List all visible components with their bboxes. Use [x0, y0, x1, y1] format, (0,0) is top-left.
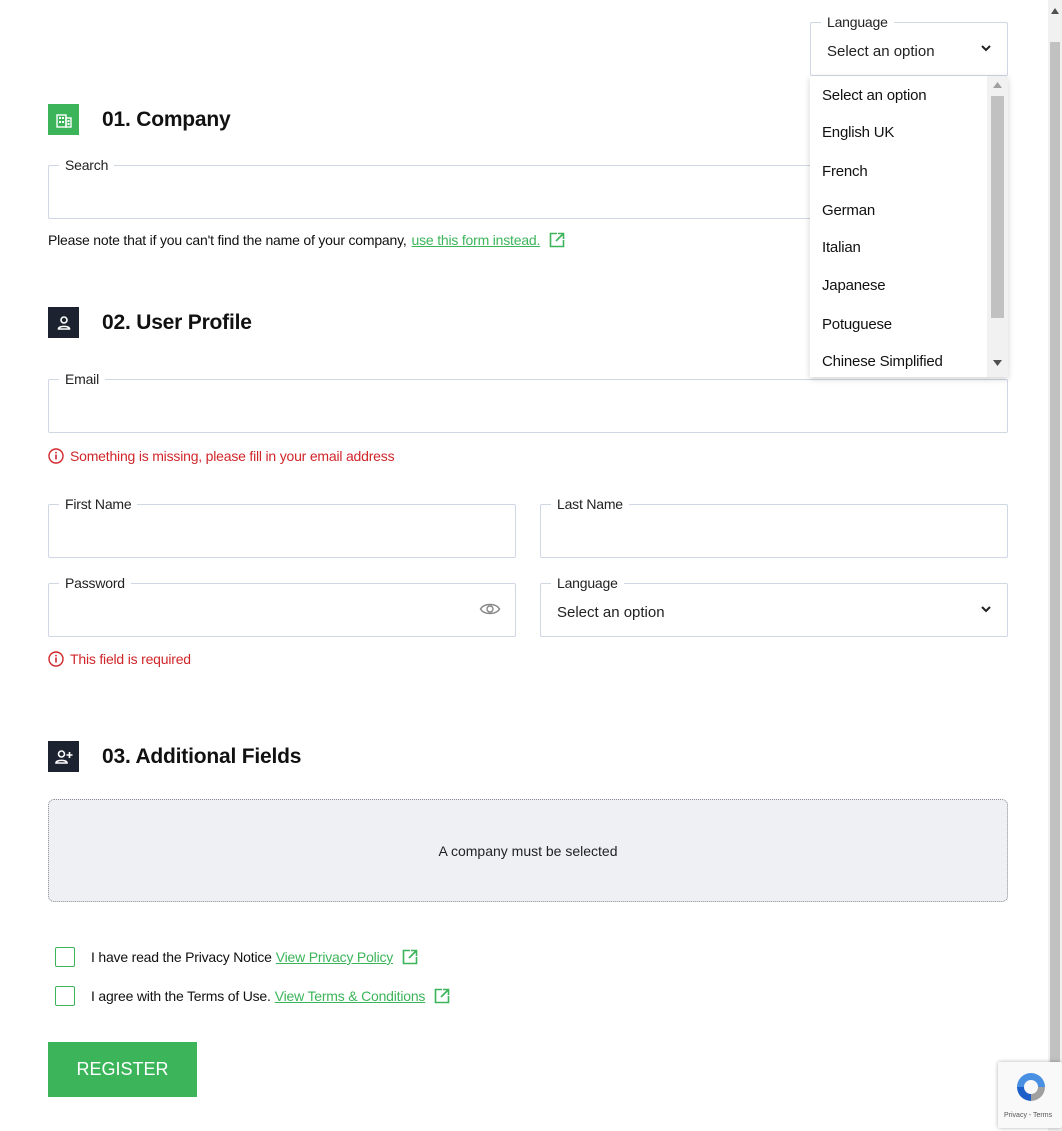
dropdown-option[interactable]: Italian: [822, 239, 861, 256]
privacy-consent-row: I have read the Privacy Notice View Priv…: [55, 947, 418, 967]
recaptcha-badge[interactable]: Privacy - Terms: [998, 1062, 1062, 1128]
chevron-down-icon: [981, 45, 991, 52]
dropdown-option[interactable]: English UK: [822, 124, 894, 141]
recaptcha-icon: [1017, 1073, 1045, 1101]
password-legend: Password: [59, 575, 131, 591]
terms-consent-row: I agree with the Terms of Use. View Term…: [55, 986, 450, 1006]
language-dropdown-list: Select an option English UK French Germa…: [810, 76, 1008, 377]
registration-page: Language Select an option 01. Company Se…: [0, 0, 1048, 1131]
profile-language-value: Select an option: [557, 604, 665, 621]
external-link-icon[interactable]: [402, 949, 418, 965]
terms-text: I agree with the Terms of Use.: [91, 988, 271, 1004]
external-link-icon[interactable]: [549, 232, 565, 248]
first-name-field[interactable]: First Name: [48, 496, 516, 558]
page-scroll-thumb[interactable]: [1050, 42, 1060, 1102]
email-error-text: Something is missing, please fill in you…: [70, 448, 395, 464]
scroll-up-arrow-icon[interactable]: [1051, 8, 1059, 14]
last-name-field[interactable]: Last Name: [540, 496, 1008, 558]
company-section-header: 01. Company: [48, 104, 231, 135]
dropdown-scroll-thumb[interactable]: [991, 96, 1004, 318]
external-link-icon[interactable]: [434, 988, 450, 1004]
dropdown-option[interactable]: Chinese Simplified: [822, 353, 943, 370]
company-note: Please note that if you can't find the n…: [48, 232, 565, 248]
first-name-legend: First Name: [59, 496, 138, 512]
register-button[interactable]: REGISTER: [48, 1042, 197, 1097]
dropdown-option[interactable]: Japanese: [822, 277, 886, 294]
privacy-policy-link[interactable]: View Privacy Policy: [276, 949, 394, 965]
top-language-value: Select an option: [827, 43, 935, 60]
email-legend: Email: [59, 371, 106, 387]
top-language-legend: Language: [821, 14, 894, 30]
dropdown-option[interactable]: Select an option: [822, 87, 927, 104]
scroll-up-arrow-icon[interactable]: [993, 82, 1002, 88]
privacy-checkbox[interactable]: [55, 947, 75, 967]
password-error: This field is required: [48, 651, 191, 667]
company-title: 01. Company: [102, 107, 231, 131]
dropdown-option[interactable]: German: [822, 202, 875, 219]
eye-icon[interactable]: [479, 600, 501, 618]
terms-link[interactable]: View Terms & Conditions: [275, 988, 426, 1004]
error-icon: [48, 448, 64, 464]
dropdown-option[interactable]: Potuguese: [822, 316, 892, 333]
dropdown-scrollbar[interactable]: [987, 76, 1008, 377]
building-icon: [48, 104, 79, 135]
additional-placeholder-text: A company must be selected: [438, 842, 618, 859]
company-note-text: Please note that if you can't find the n…: [48, 232, 407, 248]
scroll-down-arrow-icon[interactable]: [993, 360, 1002, 366]
recaptcha-text[interactable]: Privacy - Terms: [1004, 1112, 1052, 1119]
password-field[interactable]: Password: [48, 575, 516, 637]
email-field[interactable]: Email: [48, 371, 1008, 433]
terms-checkbox[interactable]: [55, 986, 75, 1006]
user-icon: [48, 307, 79, 338]
top-language-select[interactable]: Language Select an option: [810, 14, 1008, 76]
company-form-link[interactable]: use this form instead.: [412, 232, 541, 248]
profile-language-legend: Language: [551, 575, 624, 591]
chevron-down-icon: [981, 606, 991, 613]
user-profile-section-header: 02. User Profile: [48, 307, 252, 338]
additional-section-header: 03. Additional Fields: [48, 741, 301, 772]
additional-title: 03. Additional Fields: [102, 744, 302, 768]
additional-fields-placeholder: A company must be selected: [48, 799, 1008, 902]
page-scrollbar[interactable]: [1048, 0, 1062, 1131]
profile-language-select[interactable]: Language Select an option: [540, 575, 1008, 637]
search-legend: Search: [59, 157, 115, 173]
last-name-legend: Last Name: [551, 496, 629, 512]
privacy-text: I have read the Privacy Notice: [91, 949, 272, 965]
password-error-text: This field is required: [70, 651, 191, 667]
add-user-icon: [48, 741, 79, 772]
dropdown-option[interactable]: French: [822, 163, 868, 180]
user-profile-title: 02. User Profile: [102, 310, 252, 334]
email-error: Something is missing, please fill in you…: [48, 448, 395, 464]
error-icon: [48, 651, 64, 667]
